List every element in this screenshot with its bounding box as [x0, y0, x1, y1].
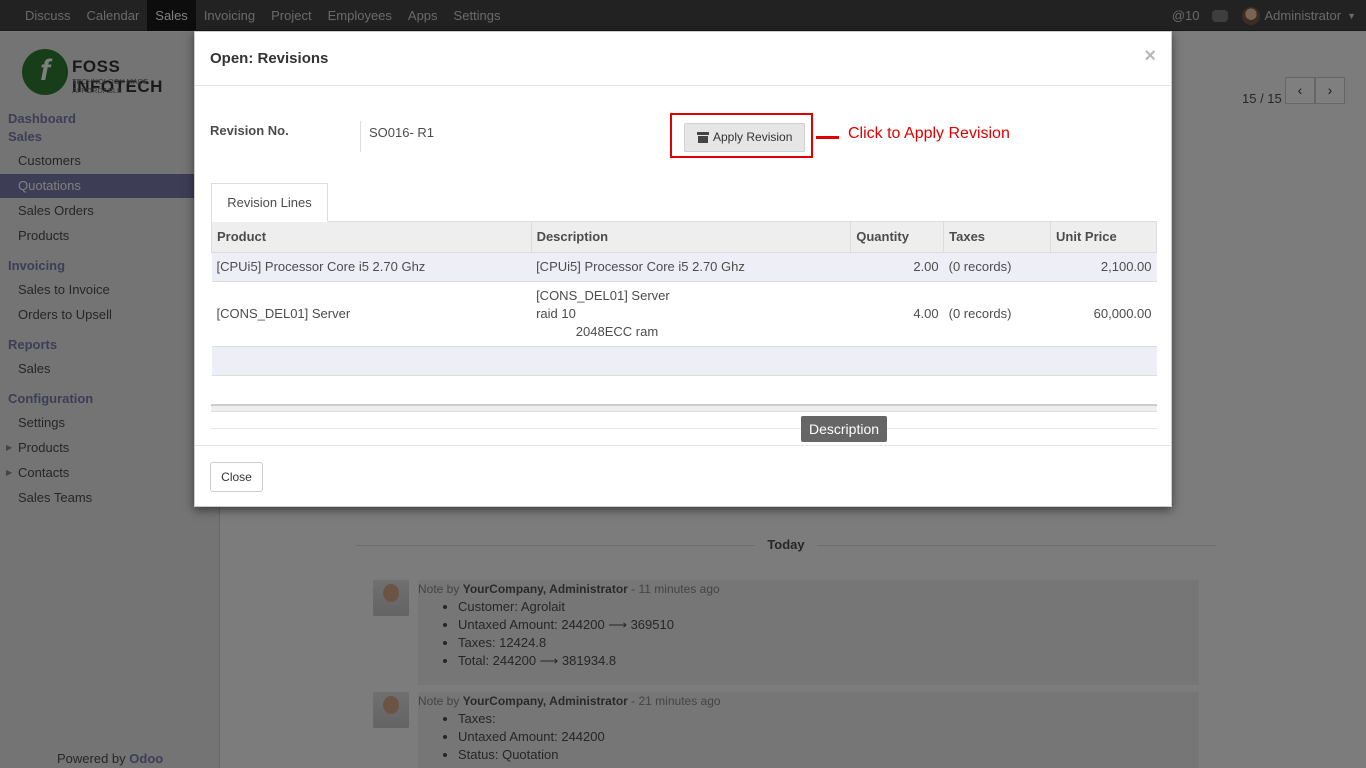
table-row[interactable]: [CPUi5] Processor Core i5 2.70 Ghz [CPUi… — [211, 251, 1157, 281]
description-tooltip: Description — [801, 416, 888, 442]
callout-line — [816, 136, 839, 139]
archive-icon — [697, 132, 709, 143]
revision-no-label: Revision No. — [210, 123, 289, 138]
column-header-product[interactable]: Product — [211, 222, 532, 253]
table-bottom-border — [211, 428, 1157, 429]
column-header-description[interactable]: Description — [530, 222, 852, 253]
dialog-footer: Close — [195, 445, 1171, 507]
table-footer — [211, 404, 1157, 412]
tab-revision-lines[interactable]: Revision Lines — [211, 183, 328, 222]
cell-quantity: 2.00 — [850, 251, 944, 281]
column-header-unit-price[interactable]: Unit Price — [1050, 222, 1157, 253]
dialog-header: Open: Revisions × — [195, 32, 1171, 86]
revision-lines-table: Product Description Quantity Taxes Unit … — [211, 222, 1157, 404]
empty-row — [211, 374, 1157, 404]
cell-taxes: (0 records) — [943, 280, 1051, 346]
column-header-taxes[interactable]: Taxes — [943, 222, 1052, 253]
apply-revision-button[interactable]: Apply Revision — [684, 123, 805, 152]
cell-description: [CPUi5] Processor Core i5 2.70 Ghz — [531, 251, 851, 281]
apply-revision-label: Apply Revision — [713, 130, 793, 144]
callout-text: Click to Apply Revision — [848, 125, 1010, 142]
column-header-quantity[interactable]: Quantity — [850, 222, 945, 253]
field-divider — [360, 121, 361, 152]
cell-description: [CONS_DEL01] Server raid 10 2048ECC ram — [531, 280, 851, 346]
revision-no-value: SO016- R1 — [369, 125, 435, 140]
empty-row — [211, 345, 1157, 375]
revisions-dialog: Open: Revisions × Revision No. SO016- R1… — [194, 31, 1172, 507]
cell-unit-price: 2,100.00 — [1050, 251, 1157, 281]
cell-taxes: (0 records) — [943, 251, 1051, 281]
close-icon[interactable]: × — [1144, 45, 1156, 68]
table-row[interactable]: [CONS_DEL01] Server [CONS_DEL01] Server … — [211, 280, 1157, 346]
apply-revision-highlight: Apply Revision — [670, 113, 813, 158]
cell-product: [CPUi5] Processor Core i5 2.70 Ghz — [211, 251, 532, 281]
cell-unit-price: 60,000.00 — [1050, 280, 1157, 346]
cell-quantity: 4.00 — [850, 280, 944, 346]
cell-product: [CONS_DEL01] Server — [211, 280, 532, 346]
close-button[interactable]: Close — [210, 462, 263, 492]
dialog-title: Open: Revisions — [210, 50, 329, 67]
